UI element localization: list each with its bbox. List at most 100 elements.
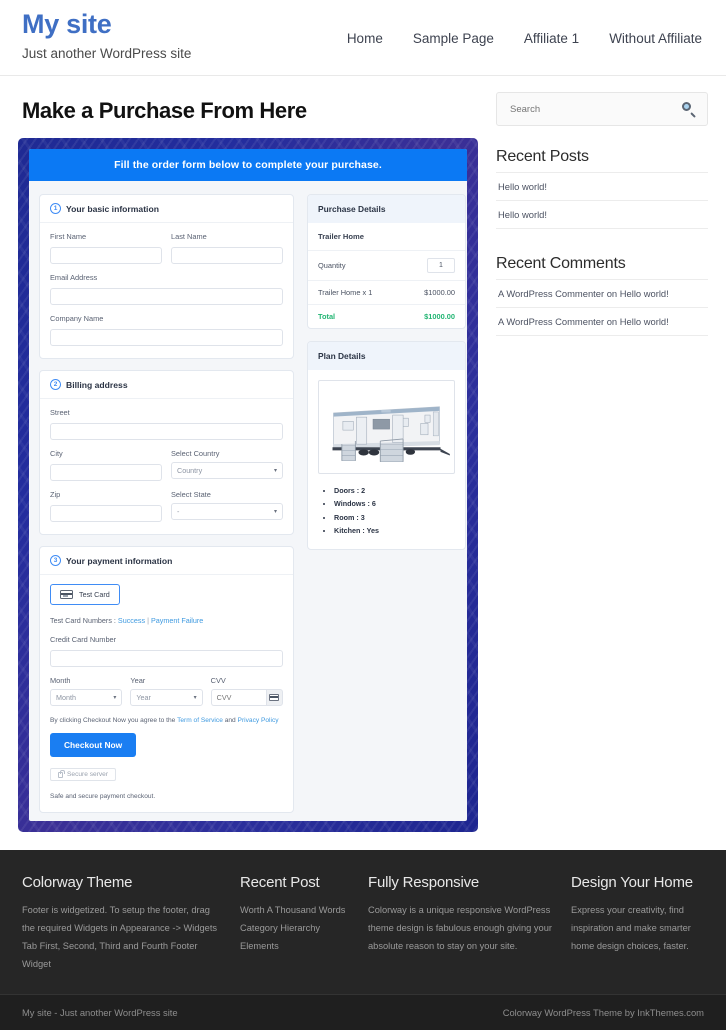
billing-address-header: 2 Billing address bbox=[40, 371, 293, 399]
privacy-policy-link[interactable]: Privacy Policy bbox=[238, 717, 279, 724]
footer-bottom-bar: My site - Just another WordPress site Co… bbox=[0, 993, 726, 1030]
footer-site-credit: My site - Just another WordPress site bbox=[22, 1006, 178, 1018]
checkout-now-button[interactable]: Checkout Now bbox=[50, 733, 137, 757]
search-icon[interactable] bbox=[682, 102, 696, 118]
zip-input[interactable] bbox=[50, 505, 162, 522]
footer-list-item[interactable]: Worth A Thousand Words bbox=[240, 901, 350, 919]
test-card-button-label: Test Card bbox=[79, 590, 110, 599]
total-amount: $1000.00 bbox=[424, 312, 455, 321]
footer-column-design-your-home: Design Your Home Express your creativity… bbox=[571, 874, 704, 974]
credit-card-number-input[interactable] bbox=[50, 650, 283, 667]
plan-feature-item: Windows : 6 bbox=[334, 497, 455, 510]
last-name-input[interactable] bbox=[171, 247, 283, 264]
site-title[interactable]: My site bbox=[22, 9, 191, 40]
search-widget[interactable] bbox=[496, 92, 708, 126]
month-group: Month Month ▾ bbox=[50, 676, 123, 706]
year-select[interactable]: Year ▾ bbox=[130, 689, 203, 706]
quantity-input[interactable] bbox=[427, 258, 455, 273]
state-select[interactable]: - ▾ bbox=[171, 503, 283, 520]
footer-list-item[interactable]: Category Hierarchy bbox=[240, 919, 350, 937]
search-input[interactable] bbox=[508, 102, 658, 116]
widget-title-recent-comments: Recent Comments bbox=[496, 255, 626, 272]
list-item[interactable]: Hello world! bbox=[496, 172, 708, 200]
site-tagline: Just another WordPress site bbox=[22, 45, 192, 61]
recent-comment-link[interactable]: A WordPress Commenter on Hello world! bbox=[498, 288, 669, 299]
city-input[interactable] bbox=[50, 464, 162, 481]
step-2-number: 2 bbox=[50, 379, 61, 390]
nav-item-home[interactable]: Home bbox=[347, 31, 383, 46]
footer-recent-post-list: Worth A Thousand Words Category Hierarch… bbox=[240, 901, 350, 955]
month-select[interactable]: Month ▾ bbox=[50, 689, 123, 706]
company-group: Company Name bbox=[50, 314, 283, 346]
list-item[interactable]: A WordPress Commenter on Hello world! bbox=[496, 307, 708, 336]
list-item[interactable]: Hello world! bbox=[496, 200, 708, 229]
select-state-label: Select State bbox=[171, 490, 211, 499]
sidebar: Recent Posts Hello world! Hello world! R… bbox=[496, 76, 708, 832]
basic-information-title: Your basic information bbox=[66, 203, 159, 214]
city-label: City bbox=[50, 449, 63, 458]
quantity-row: Quantity bbox=[308, 251, 465, 281]
footer-column-recent-post: Recent Post Worth A Thousand Words Categ… bbox=[240, 874, 350, 974]
chevron-updown-icon: ▾ bbox=[273, 467, 277, 474]
chevron-updown-icon: ▾ bbox=[113, 694, 117, 701]
test-card-success-link[interactable]: Success bbox=[118, 616, 145, 625]
section-basic-information: 1 Your basic information First Name Last… bbox=[39, 194, 294, 359]
list-item[interactable]: A WordPress Commenter on Hello world! bbox=[496, 279, 708, 307]
footer-text: Colorway is a unique responsive WordPres… bbox=[368, 905, 552, 952]
year-label: Year bbox=[130, 676, 146, 685]
terms-prefix: By clicking Checkout Now you agree to th… bbox=[50, 717, 178, 724]
section-billing-address: 2 Billing address Street City Select Cou… bbox=[39, 370, 294, 535]
email-group: Email Address bbox=[50, 273, 283, 305]
recent-post-link[interactable]: Hello world! bbox=[498, 181, 547, 192]
nav-item-without-affiliate[interactable]: Without Affiliate bbox=[609, 31, 702, 46]
city-country-row: City Select Country Country ▾ bbox=[50, 449, 283, 481]
test-card-numbers-line: Test Card Numbers : Success | Payment Fa… bbox=[50, 616, 283, 625]
test-card-failure-link[interactable]: Payment Failure bbox=[151, 616, 203, 625]
cvv-field-wrapper bbox=[210, 689, 283, 706]
credit-card-number-group: Credit Card Number bbox=[50, 635, 283, 667]
footer-column-colorway-theme: Colorway Theme Footer is widgetized. To … bbox=[22, 874, 222, 974]
street-input[interactable] bbox=[50, 423, 283, 440]
cvv-input[interactable] bbox=[210, 689, 266, 706]
cvv-help-card-icon[interactable] bbox=[265, 689, 283, 706]
first-name-input[interactable] bbox=[50, 247, 162, 264]
credit-card-number-label: Credit Card Number bbox=[50, 635, 117, 644]
nav-item-affiliate-1[interactable]: Affiliate 1 bbox=[524, 31, 579, 46]
section-payment-information: 3 Your payment information Test Card Tes… bbox=[39, 546, 294, 813]
expiry-cvv-row: Month Month ▾ Year Year ▾ CVV CVV bbox=[50, 676, 283, 706]
recent-comment-link[interactable]: A WordPress Commenter on Hello world! bbox=[498, 316, 669, 327]
purchase-details-title: Purchase Details bbox=[308, 195, 465, 223]
page-title: Make a Purchase From Here bbox=[22, 98, 307, 123]
plan-feature-item: Kitchen : Yes bbox=[334, 524, 455, 537]
month-select-value: Month bbox=[56, 693, 76, 702]
country-group: Select Country Country ▾ bbox=[171, 449, 283, 481]
test-card-button[interactable]: Test Card bbox=[50, 584, 120, 605]
site-branding: My site Just another WordPress site bbox=[22, 0, 191, 62]
company-name-input[interactable] bbox=[50, 329, 283, 346]
footer-title: Design Your Home bbox=[571, 874, 693, 891]
first-name-group: First Name bbox=[50, 232, 162, 264]
credit-card-icon bbox=[60, 590, 73, 599]
recent-post-link[interactable]: Hello world! bbox=[498, 209, 547, 220]
main-navigation: Home Sample Page Affiliate 1 Without Aff… bbox=[347, 0, 704, 46]
recent-posts-list: Hello world! Hello world! bbox=[496, 172, 708, 229]
step-1-number: 1 bbox=[50, 203, 61, 214]
term-of-service-link[interactable]: Term of Service bbox=[177, 717, 223, 724]
order-form-frame: Fill the order form below to complete yo… bbox=[18, 138, 478, 832]
email-label: Email Address bbox=[50, 273, 98, 282]
billing-address-title: Billing address bbox=[66, 379, 128, 390]
street-group: Street bbox=[50, 408, 283, 440]
recent-comments-list: A WordPress Commenter on Hello world! A … bbox=[496, 279, 708, 336]
footer-theme-credit[interactable]: Colorway WordPress Theme by InkThemes.co… bbox=[503, 1007, 704, 1018]
total-row: Total $1000.00 bbox=[308, 305, 465, 328]
widget-title-recent-posts: Recent Posts bbox=[496, 148, 589, 165]
email-input[interactable] bbox=[50, 288, 283, 305]
first-name-label: First Name bbox=[50, 232, 87, 241]
footer-column-fully-responsive: Fully Responsive Colorway is a unique re… bbox=[368, 874, 553, 974]
nav-item-sample-page[interactable]: Sample Page bbox=[413, 31, 494, 46]
country-select[interactable]: Country ▾ bbox=[171, 462, 283, 479]
year-select-value: Year bbox=[136, 693, 151, 702]
footer-text: Express your creativity, find inspiratio… bbox=[571, 905, 691, 952]
footer-list-item[interactable]: Elements bbox=[240, 937, 350, 955]
month-label: Month bbox=[50, 676, 71, 685]
